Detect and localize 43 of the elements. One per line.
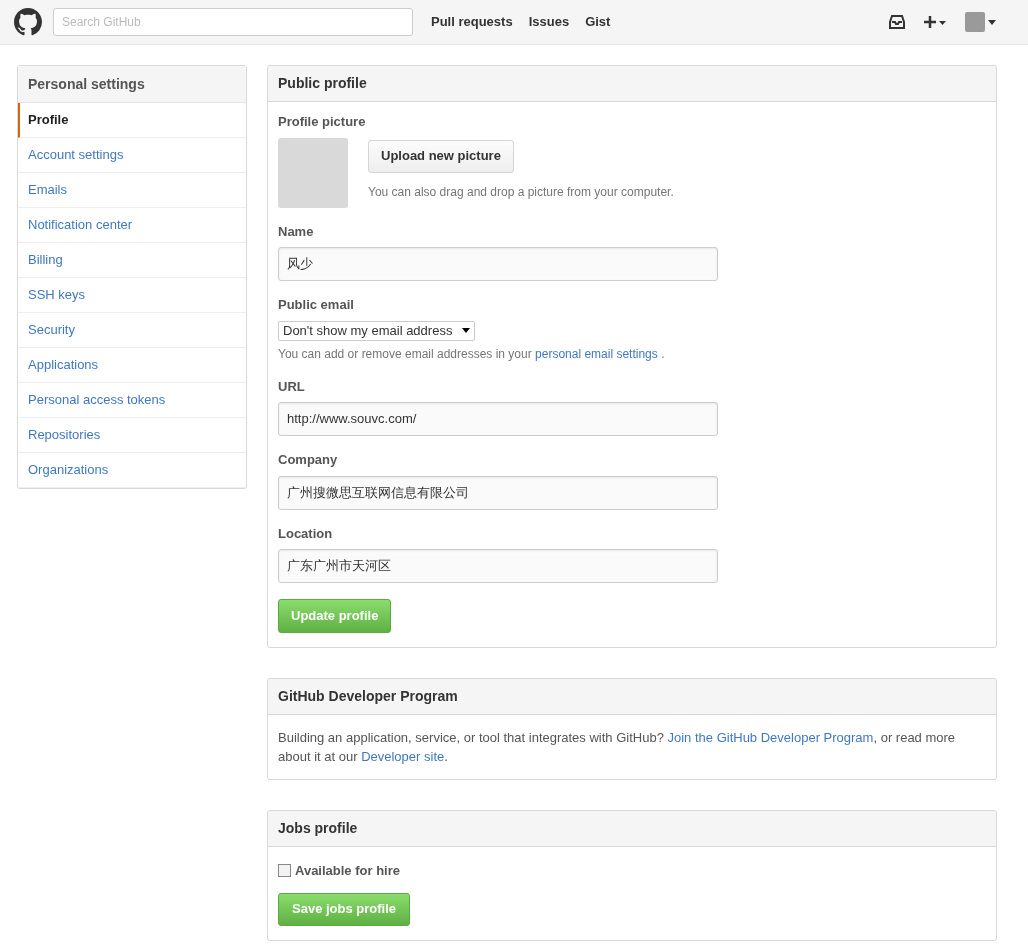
field-label: Profile picture [278, 113, 367, 131]
field-label: Company [278, 451, 339, 469]
sidebar-item[interactable]: Account settings [18, 138, 246, 173]
sidebar-item[interactable]: Billing [18, 243, 246, 278]
field-label: URL [278, 377, 306, 396]
upload-picture-button[interactable]: Upload new picture [368, 139, 514, 173]
email-settings-link[interactable]: personal email settings [535, 346, 658, 361]
email-hint: You can add or remove email addresses in your personal email settings . [278, 345, 666, 363]
sidebar-item[interactable]: Profile [18, 103, 246, 138]
caret-icon [462, 328, 470, 333]
hire-checkbox-label: Available for hire [295, 862, 400, 880]
field-label: Location [278, 524, 334, 543]
email-select[interactable]: Don't show my email address [278, 320, 475, 341]
nav-link[interactable]: Issues [528, 12, 570, 32]
sidebar-item[interactable]: Notification center [18, 208, 246, 243]
text-input-field[interactable]: 风少 [278, 247, 718, 281]
field-label: Name [278, 222, 315, 241]
sidebar-item[interactable]: Organizations [18, 453, 246, 488]
sidebar-item[interactable]: Security [18, 313, 246, 348]
hire-checkbox[interactable] [278, 864, 291, 878]
sidebar-item[interactable]: Emails [18, 173, 246, 208]
developer-program-text: Building an application, service, or tool that integrates with GitHub? Join the GitHub Developer Program, or read more about it at our Developer site. [277, 729, 957, 766]
text-input-field[interactable]: 广州搜微思互联网信息有限公司 [278, 475, 718, 510]
sidebar-item[interactable]: Personal access tokens [18, 383, 246, 418]
upload-hint: You can also drag and drop a picture from your computer. [368, 183, 674, 201]
sidebar-item[interactable]: SSH keys [18, 278, 246, 313]
nav-link[interactable]: Pull requests [431, 12, 513, 32]
sidebar-item[interactable]: Applications [18, 348, 246, 383]
panel-title: Public profile [278, 74, 367, 93]
text-input-field[interactable]: http://www.souvc.com/ [278, 402, 718, 436]
plus-dropdown-icon[interactable] [923, 15, 947, 29]
photo-placeholder [278, 137, 348, 208]
panel-title: Jobs profile [278, 819, 358, 838]
caret-icon[interactable] [988, 19, 996, 25]
text-input-field[interactable]: 广东广州市天河区 [278, 549, 718, 583]
inbox-icon[interactable] [889, 15, 905, 29]
nav-link[interactable]: Gist [585, 12, 611, 32]
field-label: Public email [278, 296, 355, 314]
sidebar-title: Personal settings [18, 66, 246, 103]
search-field[interactable]: Search GitHub [53, 8, 413, 36]
octocat-logo-icon[interactable] [14, 8, 42, 36]
panel-title: GitHub Developer Program [278, 687, 458, 706]
sidebar-item[interactable]: Repositories [18, 418, 246, 453]
